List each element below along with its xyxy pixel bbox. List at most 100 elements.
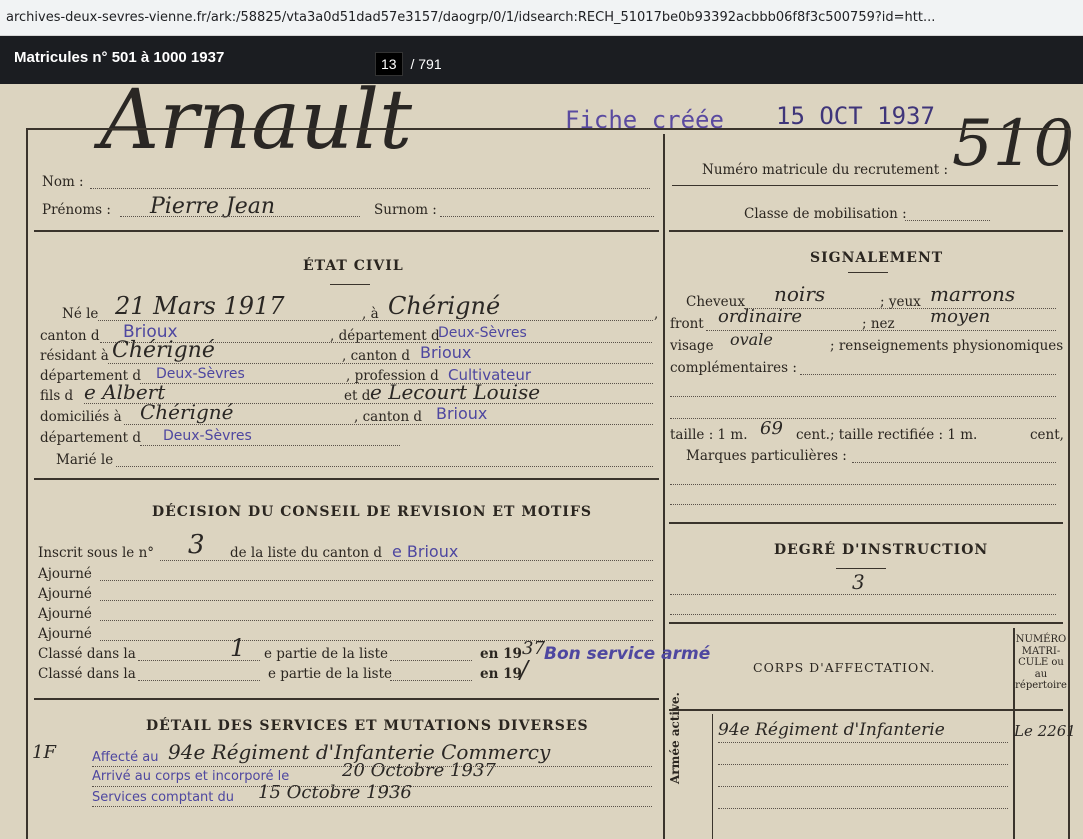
page-total: / 791 [410, 56, 442, 72]
marie-le-label: Marié le [56, 452, 114, 468]
line [92, 786, 652, 787]
inscrit-value: 3 [188, 530, 205, 560]
et-value: e Lecourt Louise [370, 380, 541, 404]
domicilies-value: Chérigné [140, 400, 234, 424]
yeux-value: marrons [930, 282, 1016, 306]
numero-label: NUMÉRO MATRI- CULE ou au répertoire [1015, 634, 1067, 691]
taille-label: taille : 1 m. [670, 427, 748, 443]
front-label: front [670, 316, 704, 332]
margin-note: 1F [32, 742, 56, 763]
inscrit-label: Inscrit sous le n° [38, 545, 155, 561]
instruction-title: DEGRÉ D'INSTRUCTION [774, 542, 989, 558]
etat-civil-title: ÉTAT CIVIL [303, 258, 404, 274]
line [670, 594, 1056, 595]
armee-divider [712, 714, 713, 839]
line [92, 766, 652, 767]
cent-label: cent, [1030, 427, 1064, 443]
divider [34, 478, 659, 480]
residant-value: Chérigné [112, 338, 215, 363]
renseignements-label: ; renseignements physionomiques [830, 338, 1064, 354]
signalement-title: SIGNALEMENT [810, 250, 944, 266]
line [718, 808, 1008, 809]
canton3-label: , canton d [354, 409, 423, 425]
browser-url-bar[interactable]: archives-deux-sevres-vienne.fr/ark:/5882… [0, 0, 1083, 36]
line [140, 445, 400, 446]
line [390, 680, 472, 681]
line [718, 742, 1008, 743]
ajourne-label-1: Ajourné [38, 566, 92, 582]
page-number-input[interactable]: 13 [375, 52, 403, 76]
divider [669, 522, 1063, 524]
title-underline [848, 272, 888, 273]
surnom-line [440, 216, 654, 217]
column-divider [663, 134, 665, 839]
matricule-rule [672, 185, 1058, 186]
departement2-value: Deux-Sèvres [156, 366, 245, 382]
front-value: ordinaire [718, 306, 803, 327]
fils-label: fils d [40, 388, 74, 404]
classe-label: Classé dans la [38, 646, 136, 662]
armee-active-label: Armée active. [668, 692, 682, 784]
corps-title: CORPS D'AFFECTATION. [753, 660, 936, 675]
prenoms-line [120, 216, 360, 217]
classe2-label: Classé dans la [38, 666, 136, 682]
a-value: Chérigné [388, 292, 501, 320]
cheveux-value: noirs [774, 282, 826, 306]
divider [34, 230, 659, 232]
canton3-value: Brioux [436, 404, 488, 423]
ne-le-label: Né le [62, 306, 99, 322]
line [116, 466, 653, 467]
line [718, 786, 1008, 787]
line [718, 764, 1008, 765]
ajourne-label-3: Ajourné [38, 606, 92, 622]
bon-service-stamp: Bon service armé [544, 644, 711, 664]
ajourne-label-4: Ajourné [38, 626, 92, 642]
line [138, 680, 260, 681]
instruction-value: 3 [852, 570, 865, 594]
ne-le-value: 21 Mars 1917 [115, 292, 285, 320]
nom-label: Nom : [42, 174, 84, 190]
document-image[interactable]: Arnault Fiche créée 15 OCT 1937 510 Nom … [0, 84, 1083, 839]
title-underline [330, 284, 370, 285]
corps-value: 94e Régiment d'Infanterie [718, 720, 945, 740]
line [124, 424, 653, 425]
taille-suffix: cent.; taille rectifiée : 1 m. [796, 427, 978, 443]
line [852, 462, 1056, 463]
line [670, 504, 1056, 505]
line [670, 614, 1056, 615]
line [100, 600, 653, 601]
marques-label: Marques particulières : [686, 448, 847, 464]
residant-label: résidant à [40, 348, 109, 364]
service-line-2-value: 20 Octobre 1937 [342, 760, 496, 781]
url-text[interactable]: archives-deux-sevres-vienne.fr/ark:/5882… [6, 10, 935, 25]
slash-mark: / [520, 656, 529, 684]
divider [669, 230, 1063, 232]
page-navigator: 13 / 791 [375, 52, 442, 76]
line [108, 363, 653, 364]
ajourne-label-2: Ajourné [38, 586, 92, 602]
line [100, 640, 653, 641]
line [92, 806, 652, 807]
classe-value: 1 [230, 634, 246, 662]
departement3-value: Deux-Sèvres [163, 428, 252, 444]
service-line-3-label: Services comptant du [92, 790, 234, 805]
line [800, 374, 1056, 375]
line [670, 484, 1056, 485]
canton-label: canton d [40, 328, 100, 344]
comma: , [654, 306, 659, 322]
nez-value: moyen [930, 306, 991, 327]
divider [669, 622, 1063, 624]
nom-line [90, 188, 650, 189]
canton2-label: , canton d [342, 348, 411, 364]
liste-label: de la liste du canton d [230, 545, 382, 561]
visage-value: ovale [730, 330, 773, 349]
line [670, 418, 1056, 419]
classe-mobilisation-label: Classe de mobilisation : [744, 206, 907, 222]
numero-value: Le 2261 [1014, 722, 1076, 740]
line [100, 580, 653, 581]
visage-label: visage [670, 338, 714, 354]
divider [669, 709, 1063, 711]
line [160, 560, 653, 561]
service-line-1-label: Affecté au [92, 750, 159, 765]
line [98, 320, 653, 321]
